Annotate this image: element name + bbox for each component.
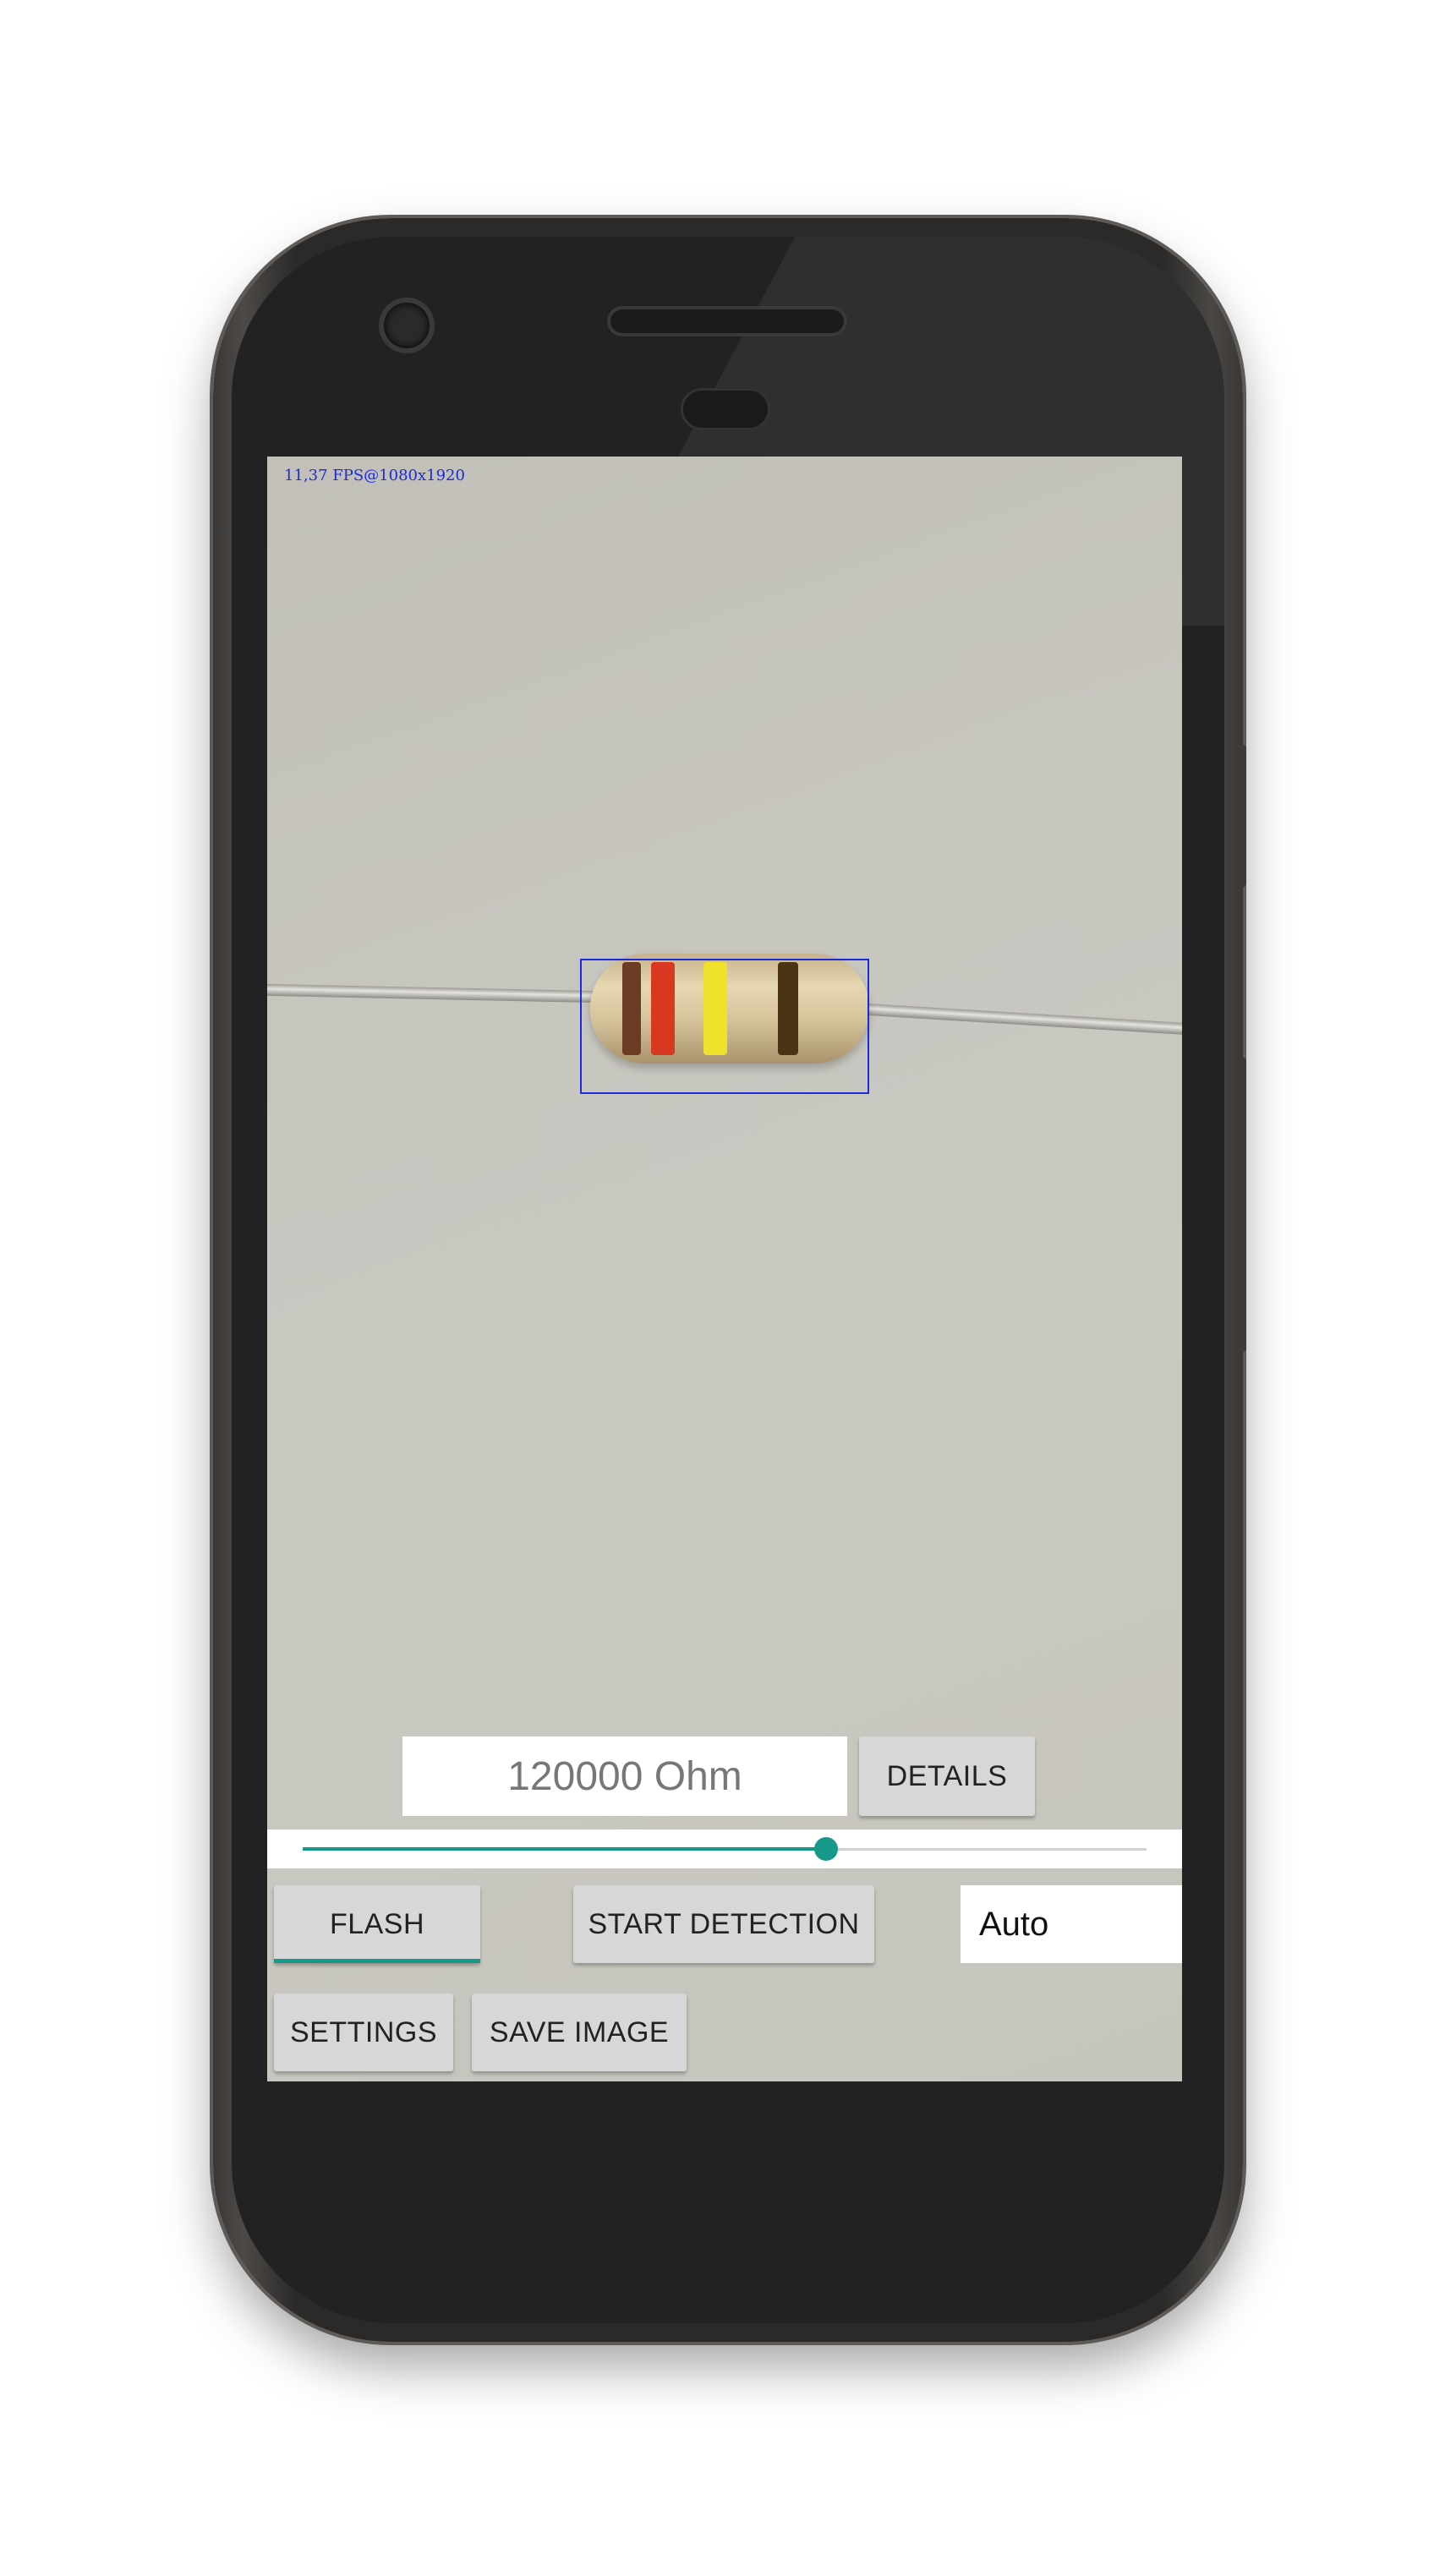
details-button[interactable]: DETAILS <box>859 1736 1035 1816</box>
earpiece-speaker <box>610 309 844 333</box>
fps-label: 11,37 FPS@1080x1920 <box>284 467 465 484</box>
front-camera-icon <box>384 303 430 348</box>
detection-bounding-box <box>580 959 869 1094</box>
resistance-result: 120000 Ohm <box>402 1736 847 1816</box>
power-button <box>1236 744 1246 888</box>
mode-select[interactable]: Auto <box>961 1885 1182 1963</box>
flash-button[interactable]: FLASH <box>274 1885 480 1963</box>
volume-button <box>1236 1057 1246 1353</box>
slider-track <box>825 1848 1147 1851</box>
start-detection-button[interactable]: START DETECTION <box>573 1885 874 1963</box>
threshold-slider[interactable] <box>267 1829 1182 1868</box>
proximity-sensor <box>683 391 768 428</box>
settings-button[interactable]: SETTINGS <box>274 1994 453 2071</box>
flash-button-label: FLASH <box>329 1907 425 1940</box>
flash-toggle-indicator <box>274 1959 480 1963</box>
slider-thumb[interactable] <box>813 1837 838 1861</box>
camera-preview-screen: 11,37 FPS@1080x1920 120000 Ohm DETAILS F… <box>267 457 1182 2081</box>
resistor-lead-right <box>850 1002 1182 1036</box>
slider-track-fill <box>303 1847 826 1851</box>
save-image-button[interactable]: SAVE IMAGE <box>472 1994 687 2071</box>
resistor-lead-left <box>267 983 606 1004</box>
